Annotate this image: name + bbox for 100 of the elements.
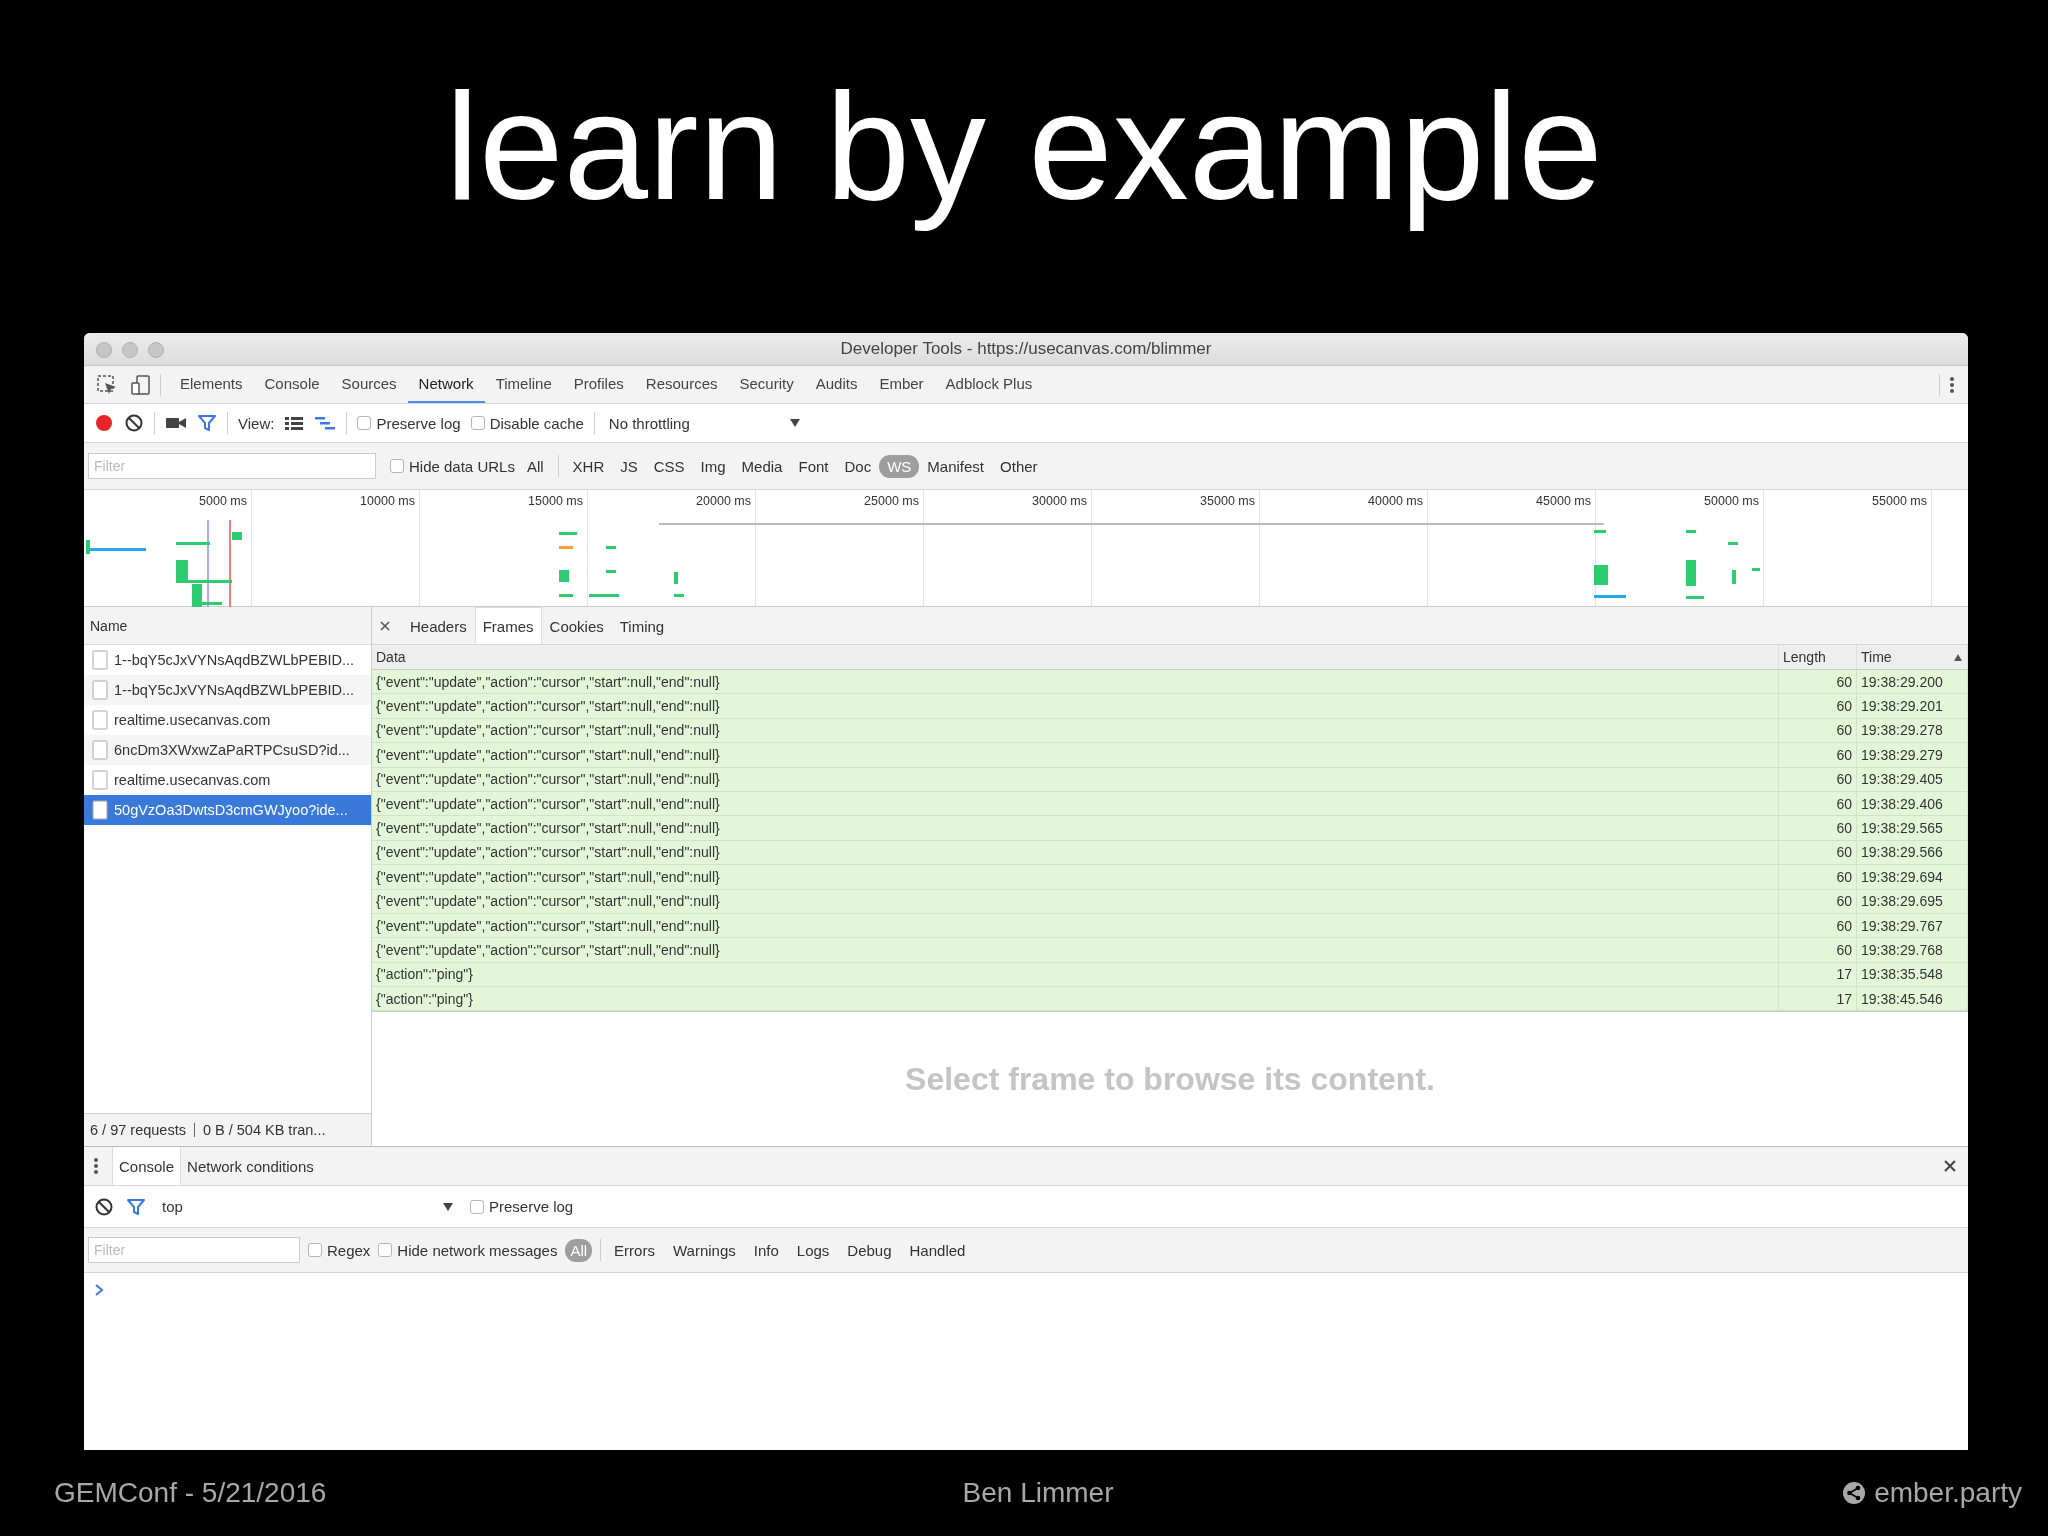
- panel-tab[interactable]: Console: [253, 366, 331, 403]
- table-cell: 17: [1779, 987, 1857, 1011]
- frame-row[interactable]: {"event":"update","action":"cursor","start":null,"end":null} 60 19:38:29.200: [372, 670, 1968, 695]
- close-icon[interactable]: [378, 618, 392, 633]
- frame-row[interactable]: {"event":"update","action":"cursor","start":null,"end":null} 60 19:38:29.406: [372, 791, 1968, 817]
- frame-row[interactable]: {"event":"update","action":"cursor","start":null,"end":null} 60 19:38:29.768: [372, 938, 1968, 963]
- regex-checkbox[interactable]: Regex: [308, 1241, 371, 1259]
- request-item[interactable]: realtime.usecanvas.com: [84, 765, 371, 795]
- type-filter-tab[interactable]: Media: [733, 454, 791, 478]
- log-level-tab[interactable]: Handled: [904, 1238, 971, 1262]
- filter-icon[interactable]: [197, 413, 217, 433]
- panel-tab[interactable]: Audits: [804, 366, 869, 403]
- filter-field[interactable]: Filter: [88, 1237, 300, 1263]
- filter-icon[interactable]: [126, 1196, 146, 1217]
- close-icon[interactable]: [1942, 1158, 1958, 1174]
- type-filter-tab[interactable]: Img: [692, 454, 734, 478]
- device-icon[interactable]: [130, 373, 152, 396]
- table-cell: {"event":"update","action":"cursor","start":null,"end":null}: [372, 718, 1779, 743]
- log-level-tab[interactable]: Logs: [791, 1238, 835, 1262]
- frame-row[interactable]: {"event":"update","action":"cursor","start":null,"end":null} 60 19:38:29.694: [372, 865, 1968, 890]
- log-level-tab[interactable]: Warnings: [667, 1238, 741, 1262]
- type-filter-tab[interactable]: JS: [612, 454, 646, 478]
- clear-icon[interactable]: [94, 1196, 114, 1217]
- frame-row[interactable]: {"event":"update","action":"cursor","start":null,"end":null} 60 19:38:29.279: [372, 743, 1968, 768]
- frame-row[interactable]: {"action":"ping"} 17 19:38:35.548: [372, 962, 1968, 988]
- table-cell: 60: [1779, 718, 1857, 743]
- waterfall-view-icon[interactable]: [314, 415, 337, 431]
- panel-tab[interactable]: Resources: [634, 366, 729, 403]
- frame-row[interactable]: {"event":"update","action":"cursor","start":null,"end":null} 60 19:38:29.566: [372, 840, 1968, 866]
- panel-tab[interactable]: Ember: [868, 366, 935, 403]
- table-cell: {"action":"ping"}: [372, 987, 1779, 1011]
- sort-ascending-icon[interactable]: [1953, 652, 1963, 662]
- site-link[interactable]: ember.party: [1874, 1477, 2022, 1509]
- window-title: Developer Tools - https://usecanvas.com/blimmer: [840, 339, 1212, 359]
- more-menu-icon[interactable]: [92, 1156, 100, 1176]
- empty-message: Select frame to browse its content.: [905, 1060, 1435, 1098]
- table-cell: 19:38:29.695: [1857, 889, 1968, 913]
- frame-row[interactable]: {"event":"update","action":"cursor","start":null,"end":null} 60 19:38:29.767: [372, 913, 1968, 939]
- panel-tab[interactable]: Sources: [330, 366, 408, 403]
- request-count: 6 / 97 requests: [90, 1122, 186, 1138]
- request-item[interactable]: 1--bqY5cJxVYNsAqdBZWLbPEBID...: [84, 675, 371, 705]
- request-item[interactable]: 1--bqY5cJxVYNsAqdBZWLbPEBID...: [84, 645, 371, 675]
- type-filter-tab[interactable]: All: [518, 454, 552, 478]
- drawer-tab[interactable]: Console: [112, 1147, 182, 1185]
- frame-row[interactable]: {"event":"update","action":"cursor","start":null,"end":null} 60 19:38:29.695: [372, 889, 1968, 914]
- drawer-tab[interactable]: Network conditions: [181, 1147, 320, 1185]
- panel-tab[interactable]: Security: [728, 366, 805, 403]
- more-menu-icon[interactable]: [1948, 374, 1956, 395]
- detail-tab[interactable]: Timing: [611, 607, 673, 644]
- detail-tab[interactable]: Frames: [474, 607, 542, 644]
- frame-row[interactable]: {"event":"update","action":"cursor","start":null,"end":null} 60 19:38:29.201: [372, 694, 1968, 719]
- log-level-tab[interactable]: Debug: [842, 1238, 897, 1262]
- table-cell: {"action":"ping"}: [372, 962, 1779, 987]
- type-filter-tab[interactable]: Font: [790, 454, 837, 478]
- column-header[interactable]: Length: [1779, 645, 1857, 669]
- table-cell: {"event":"update","action":"cursor","start":null,"end":null}: [372, 816, 1779, 840]
- log-level-tab[interactable]: Errors: [609, 1238, 660, 1262]
- panel-tab[interactable]: Elements: [169, 366, 254, 403]
- time-tick-label: 20000 ms: [696, 494, 751, 508]
- panel-tab[interactable]: Adblock Plus: [934, 366, 1044, 403]
- frame-row[interactable]: {"event":"update","action":"cursor","start":null,"end":null} 60 19:38:29.405: [372, 767, 1968, 792]
- column-header[interactable]: Data: [372, 645, 1779, 669]
- hide-data-urls-checkbox[interactable]: Hide data URLs: [390, 457, 515, 475]
- type-filter-tab[interactable]: XHR: [564, 454, 613, 478]
- author-name: Ben Limmer: [962, 1477, 1114, 1509]
- detail-tab[interactable]: Cookies: [541, 607, 612, 644]
- frame-row[interactable]: {"action":"ping"} 17 19:38:45.546: [372, 987, 1968, 1012]
- frame-row[interactable]: {"event":"update","action":"cursor","start":null,"end":null} 60 19:38:29.278: [372, 718, 1968, 744]
- disable-cache-checkbox[interactable]: Disable cache: [470, 414, 584, 432]
- table-cell: 19:38:29.405: [1857, 767, 1968, 791]
- record-button[interactable]: [94, 413, 114, 433]
- share-icon: [1842, 1481, 1867, 1505]
- table-cell: 19:38:45.546: [1857, 987, 1968, 1011]
- type-filter-tab[interactable]: Manifest: [919, 454, 993, 478]
- file-icon: [92, 740, 108, 760]
- request-item[interactable]: realtime.usecanvas.com: [84, 705, 371, 735]
- preserve-log-checkbox[interactable]: Preserve log: [470, 1198, 574, 1215]
- type-filter-tab[interactable]: Doc: [836, 454, 880, 478]
- throttling-dropdown[interactable]: No throttling: [604, 414, 805, 432]
- log-level-tab[interactable]: Info: [748, 1238, 784, 1262]
- request-item[interactable]: 6ncDm3XWxwZaPaRTPCsuSD?id...: [84, 735, 371, 765]
- hide-network-messages-checkbox[interactable]: Hide network messages: [378, 1241, 558, 1259]
- file-icon: [92, 680, 108, 700]
- type-filter-tab[interactable]: Other: [992, 454, 1046, 478]
- column-header: Name: [90, 617, 128, 634]
- inspect-icon[interactable]: [96, 373, 118, 396]
- list-view-icon[interactable]: [284, 415, 305, 431]
- panel-tab[interactable]: Timeline: [484, 366, 563, 403]
- file-icon: [92, 650, 108, 670]
- preserve-log-checkbox[interactable]: Preserve log: [357, 414, 461, 432]
- context-dropdown[interactable]: top: [158, 1198, 458, 1215]
- type-filter-tab[interactable]: CSS: [645, 454, 693, 478]
- clear-icon[interactable]: [124, 413, 144, 433]
- filter-field[interactable]: Filter: [88, 453, 376, 479]
- frame-row[interactable]: {"event":"update","action":"cursor","start":null,"end":null} 60 19:38:29.565: [372, 816, 1968, 841]
- column-header[interactable]: Time: [1857, 645, 1968, 669]
- table-cell: 19:38:29.278: [1857, 718, 1968, 743]
- detail-tab[interactable]: Headers: [402, 607, 475, 644]
- panel-tab[interactable]: Profiles: [562, 366, 635, 403]
- request-item[interactable]: 50gVzOa3DwtsD3cmGWJyoo?ide...: [84, 795, 371, 825]
